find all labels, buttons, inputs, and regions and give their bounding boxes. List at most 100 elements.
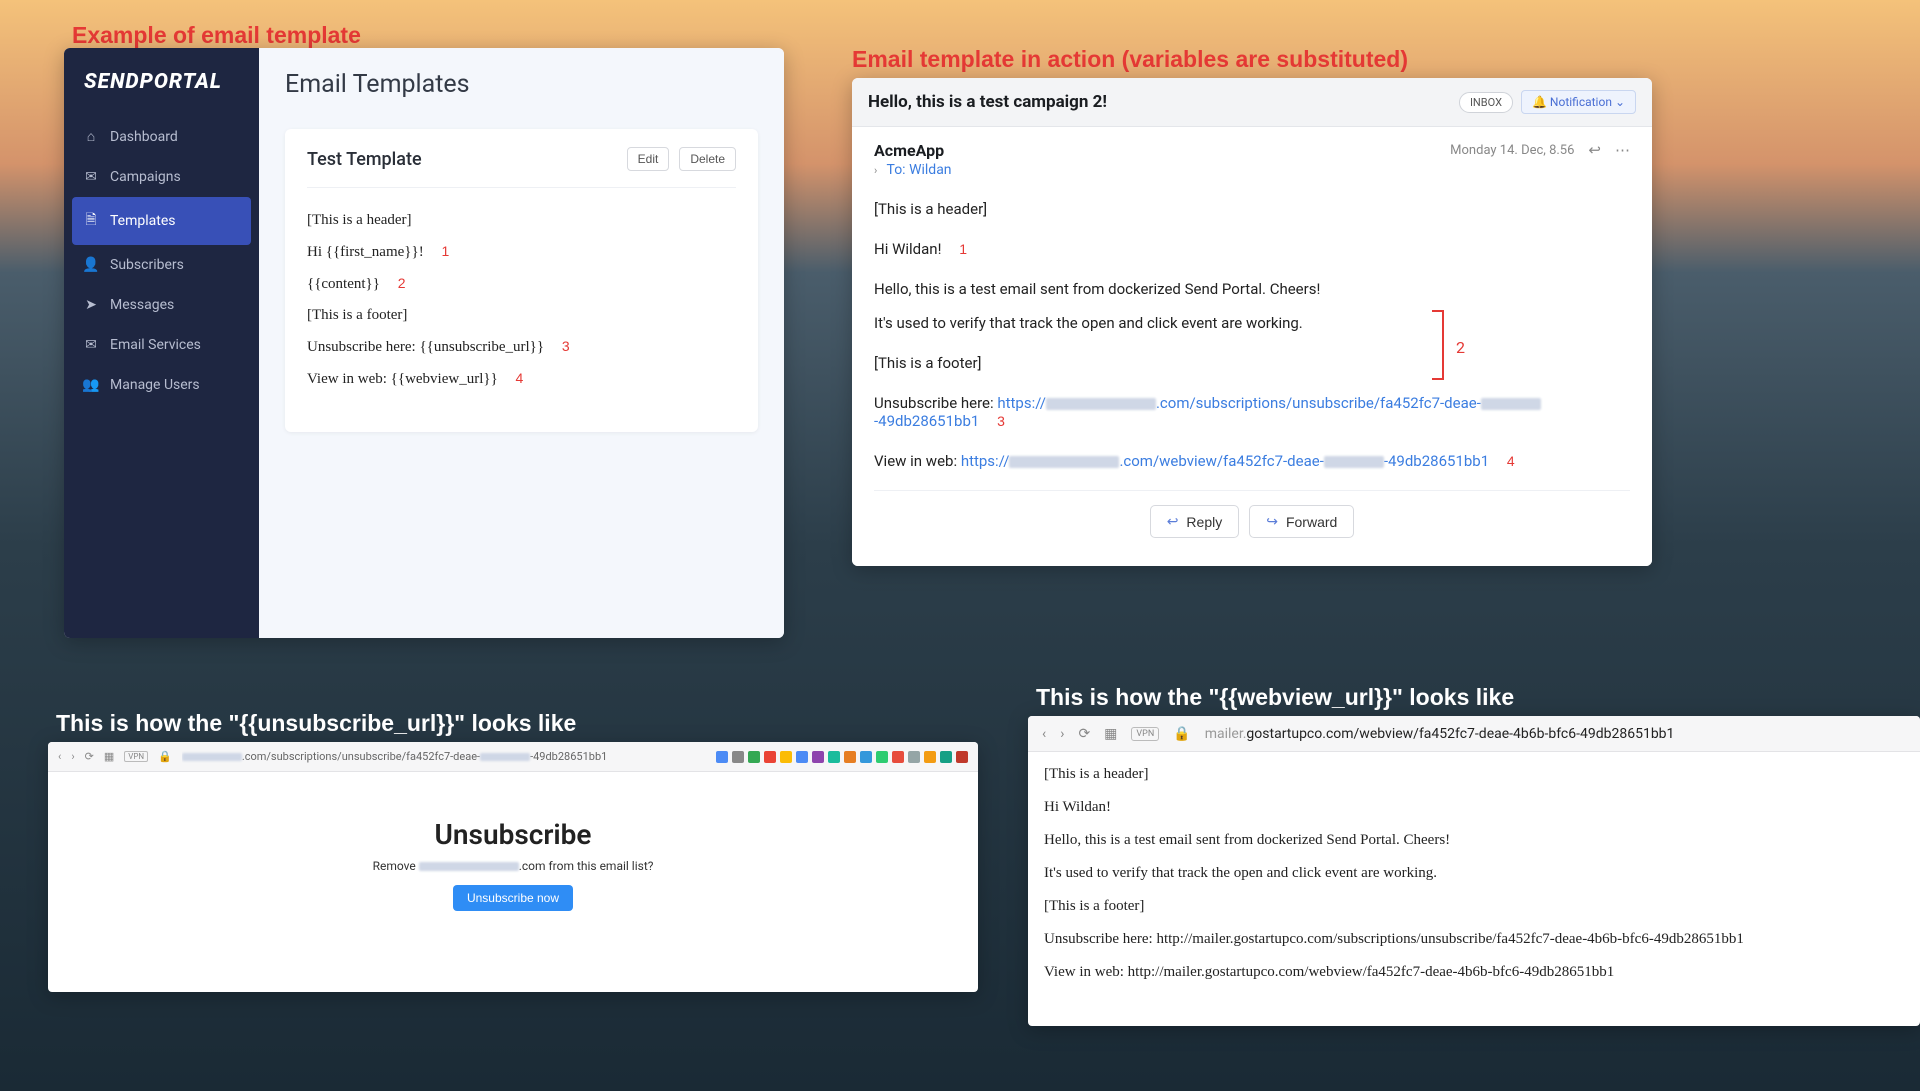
caption-panel3: This is how the "{{unsubscribe_url}}" lo… xyxy=(56,710,576,737)
browser-url[interactable]: .com/subscriptions/unsubscribe/fa452fc7-… xyxy=(182,750,706,763)
webview-line-body1: Hello, this is a test email sent from do… xyxy=(1044,832,1904,849)
lock-icon: 🔒 xyxy=(1173,726,1190,742)
annotation-num-4: 4 xyxy=(516,370,524,386)
sidebar-item-label: Email Services xyxy=(110,337,201,353)
lock-icon: 🔒 xyxy=(158,750,172,763)
chevron-down-icon: ⌄ xyxy=(1615,95,1625,109)
ext-icon[interactable] xyxy=(716,751,728,763)
redacted-segment xyxy=(1481,398,1541,410)
reload-icon[interactable]: ⟳ xyxy=(1078,726,1090,742)
sidebar-item-dashboard[interactable]: ⌂ Dashboard xyxy=(64,116,259,157)
ext-icon[interactable] xyxy=(940,751,952,763)
ext-icon[interactable] xyxy=(924,751,936,763)
mail-line-footer: [This is a footer] xyxy=(874,354,1630,372)
ext-icon[interactable] xyxy=(764,751,776,763)
unsub-text: Unsubscribe here: {{unsubscribe_url}} xyxy=(307,339,544,355)
mail-from: AcmeApp xyxy=(874,141,952,160)
unsubscribe-browser-window: ‹ › ⟳ ▦ VPN 🔒 .com/subscriptions/unsubsc… xyxy=(48,742,978,992)
sidebar-item-messages[interactable]: ➤ Messages xyxy=(64,285,259,325)
caption-panel2: Email template in action (variables are … xyxy=(852,46,1408,73)
ext-icon[interactable] xyxy=(908,751,920,763)
page-title: Email Templates xyxy=(285,70,758,99)
delete-button[interactable]: Delete xyxy=(679,147,736,171)
reply-icon: ↩ xyxy=(1167,513,1179,530)
sub-suffix: .com from this email list? xyxy=(519,859,654,873)
template-line-unsubscribe: Unsubscribe here: {{unsubscribe_url}} 3 xyxy=(307,338,736,356)
forward-icon[interactable]: › xyxy=(1060,726,1064,742)
sidebar-item-manage-users[interactable]: 👥 Manage Users xyxy=(64,365,259,405)
ext-icon[interactable] xyxy=(796,751,808,763)
sidebar-item-label: Templates xyxy=(110,213,176,229)
reload-icon[interactable]: ⟳ xyxy=(85,750,94,763)
annotation-num-2: 2 xyxy=(1456,338,1465,357)
webview-line-webview: View in web: http://mailer.gostartupco.c… xyxy=(1044,964,1904,981)
edit-button[interactable]: Edit xyxy=(627,147,670,171)
to-label: To: xyxy=(887,162,906,178)
ext-icon[interactable] xyxy=(860,751,872,763)
mail-line-greeting: Hi Wildan! 1 xyxy=(874,240,1630,258)
forward-icon[interactable]: › xyxy=(71,750,74,763)
sidebar-item-subscribers[interactable]: 👤 Subscribers xyxy=(64,245,259,285)
webview-browser-window: ‹ › ⟳ ▦ VPN 🔒 mailer.gostartupco.com/web… xyxy=(1028,716,1920,1026)
greeting-text: Hi Wildan! xyxy=(874,240,941,258)
file-icon: 🗎 xyxy=(84,209,98,233)
grid-icon[interactable]: ▦ xyxy=(1104,726,1117,742)
mail-body: AcmeApp › To: Wildan Monday 14. Dec, 8.5… xyxy=(852,127,1652,566)
sidebar-item-templates[interactable]: 🗎 Templates xyxy=(72,197,251,245)
ext-icon[interactable] xyxy=(732,751,744,763)
unsubscribe-page: Unsubscribe Remove .com from this email … xyxy=(48,772,978,911)
url-part: -49db28651bb1 xyxy=(1384,452,1489,470)
back-icon[interactable]: ‹ xyxy=(1042,726,1046,742)
mail-to[interactable]: › To: Wildan xyxy=(874,162,952,178)
ext-icon[interactable] xyxy=(876,751,888,763)
forward-button[interactable]: ↪ Forward xyxy=(1249,505,1354,538)
template-line-footer: [This is a footer] xyxy=(307,307,736,324)
webview-link[interactable]: https://.com/webview/fa452fc7-deae--49db… xyxy=(961,452,1493,470)
web-label: View in web: xyxy=(874,452,961,470)
ext-icon[interactable] xyxy=(844,751,856,763)
sidebar-item-email-services[interactable]: ✉ Email Services xyxy=(64,325,259,365)
template-card: Test Template Edit Delete [This is a hea… xyxy=(285,129,758,432)
url-gray: mailer. xyxy=(1205,726,1247,742)
sendportal-sidebar: SENDPORTAL ⌂ Dashboard ✉ Campaigns 🗎 Tem… xyxy=(64,48,259,638)
webview-line-unsubscribe: Unsubscribe here: http://mailer.gostartu… xyxy=(1044,931,1904,948)
content-text: {{content}} xyxy=(307,276,380,292)
sidebar-item-label: Messages xyxy=(110,297,174,313)
caption-panel1: Example of email template xyxy=(72,22,361,49)
mail-line-unsubscribe: Unsubscribe here: https://.com/subscript… xyxy=(874,394,1630,430)
ext-icon[interactable] xyxy=(748,751,760,763)
redacted-email xyxy=(419,862,519,871)
reply-button[interactable]: ↩ Reply xyxy=(1150,505,1240,538)
unsubscribe-now-button[interactable]: Unsubscribe now xyxy=(453,885,573,911)
mail-header: Hello, this is a test campaign 2! INBOX … xyxy=(852,78,1652,127)
vpn-badge: VPN xyxy=(1131,727,1159,741)
inbox-badge: INBOX xyxy=(1459,92,1513,113)
sub-prefix: Remove xyxy=(373,859,419,873)
ext-icon[interactable] xyxy=(892,751,904,763)
mail-subject: Hello, this is a test campaign 2! xyxy=(868,92,1107,112)
url-part: .com/subscriptions/unsubscribe/fa452fc7-… xyxy=(242,750,480,763)
grid-icon[interactable]: ▦ xyxy=(104,750,114,763)
url-part: -49db28651bb1 xyxy=(874,412,979,430)
url-part: https:// xyxy=(997,394,1046,412)
sendportal-window: SENDPORTAL ⌂ Dashboard ✉ Campaigns 🗎 Tem… xyxy=(64,48,784,638)
webview-page: [This is a header] Hi Wildan! Hello, thi… xyxy=(1028,752,1920,1011)
browser-toolbar: ‹ › ⟳ ▦ VPN 🔒 mailer.gostartupco.com/web… xyxy=(1028,716,1920,752)
browser-extension-icons xyxy=(716,751,968,763)
unsubscribe-title: Unsubscribe xyxy=(48,818,978,851)
ext-icon[interactable] xyxy=(956,751,968,763)
back-icon[interactable]: ‹ xyxy=(58,750,61,763)
template-line-webview: View in web: {{webview_url}} 4 xyxy=(307,370,736,388)
template-line-content: {{content}} 2 xyxy=(307,275,736,293)
notification-dropdown[interactable]: 🔔 Notification ⌄ xyxy=(1521,90,1636,114)
more-icon[interactable]: ⋯ xyxy=(1615,141,1630,159)
browser-url[interactable]: mailer.gostartupco.com/webview/fa452fc7-… xyxy=(1205,726,1675,742)
unsubscribe-subtitle: Remove .com from this email list? xyxy=(48,859,978,873)
ext-icon[interactable] xyxy=(812,751,824,763)
ext-icon[interactable] xyxy=(828,751,840,763)
url-part: .com/webview/fa452fc7-deae- xyxy=(1119,452,1323,470)
sidebar-item-campaigns[interactable]: ✉ Campaigns xyxy=(64,157,259,197)
ext-icon[interactable] xyxy=(780,751,792,763)
webview-line-footer: [This is a footer] xyxy=(1044,898,1904,915)
reply-arrow-icon[interactable]: ↩ xyxy=(1588,141,1601,159)
